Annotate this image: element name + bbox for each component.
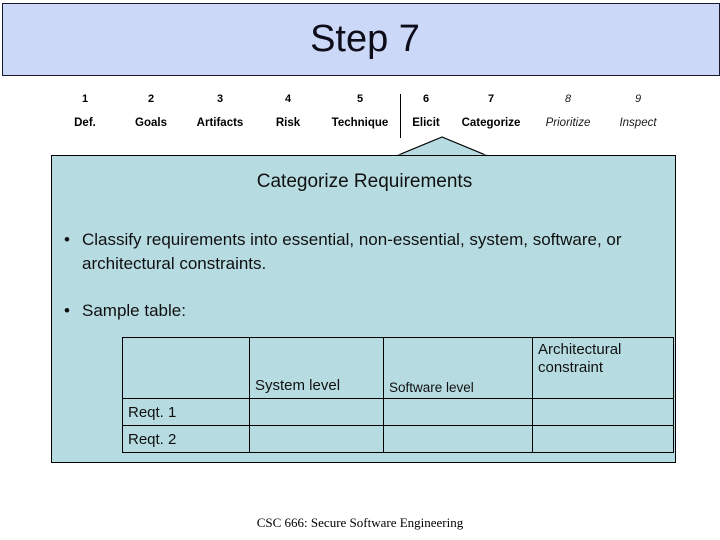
table-cell-software-level[interactable] — [383, 425, 533, 453]
step-item-7[interactable]: 7 Categorize — [451, 92, 531, 130]
table-row: Reqt. 2 — [122, 425, 674, 453]
table-cell-system-level[interactable] — [249, 398, 384, 426]
bullet-text: Sample table: — [82, 301, 186, 320]
bullet-item-1: • Classify requirements into essential, … — [64, 228, 664, 276]
step-number: 9 — [634, 93, 642, 105]
panel-pointer-notch — [396, 136, 488, 156]
table-cell-software-level[interactable] — [383, 398, 533, 426]
content-panel: Categorize Requirements • Classify requi… — [51, 155, 676, 463]
step-label: Risk — [275, 117, 301, 129]
step-number: 8 — [564, 93, 572, 105]
sample-table: System level Software level Architectura… — [122, 337, 674, 453]
table-row: Reqt. 1 — [122, 398, 674, 426]
step-label: Goals — [135, 117, 167, 129]
step-label: Prioritize — [545, 117, 591, 129]
table-cell-architectural-constraint[interactable] — [532, 425, 674, 453]
title-banner: Step 7 — [2, 3, 720, 76]
step-item-8[interactable]: 8 Prioritize — [528, 92, 608, 130]
step-item-9[interactable]: 9 Inspect — [598, 92, 678, 130]
step-label: Inspect — [619, 117, 657, 129]
bullet-dot-icon: • — [64, 230, 70, 249]
step-progress-strip: 1 Def. 2 Goals 3 Artifacts 4 Risk 5 Tech… — [0, 92, 720, 138]
step-number: 4 — [284, 93, 292, 105]
table-cell-system-level[interactable] — [249, 425, 384, 453]
table-cell-architectural-constraint[interactable] — [532, 398, 674, 426]
step-item-4[interactable]: 4 Risk — [248, 92, 328, 130]
bullet-text: Classify requirements into essential, no… — [82, 230, 622, 273]
panel-heading: Categorize Requirements — [256, 171, 473, 192]
page-title: Step 7 — [310, 18, 420, 60]
step-label: Categorize — [461, 117, 521, 129]
table-header-cell-corner — [122, 337, 250, 399]
step-number: 7 — [487, 93, 495, 105]
slide-footer: CSC 666: Secure Software Engineering — [256, 515, 464, 530]
table-cell-requirement-label: Reqt. 2 — [122, 425, 250, 453]
step-item-2[interactable]: 2 Goals — [111, 92, 191, 130]
bullet-dot-icon: • — [64, 301, 70, 320]
table-header-cell-software-level: Software level — [383, 337, 533, 399]
table-header-cell-architectural-constraint: Architectural constraint — [532, 337, 674, 399]
table-header-cell-system-level: System level — [249, 337, 384, 399]
bullet-item-2: • Sample table: — [64, 299, 664, 323]
step-number: 2 — [147, 93, 155, 105]
table-header-row: System level Software level Architectura… — [122, 337, 674, 399]
table-cell-requirement-label: Reqt. 1 — [122, 398, 250, 426]
